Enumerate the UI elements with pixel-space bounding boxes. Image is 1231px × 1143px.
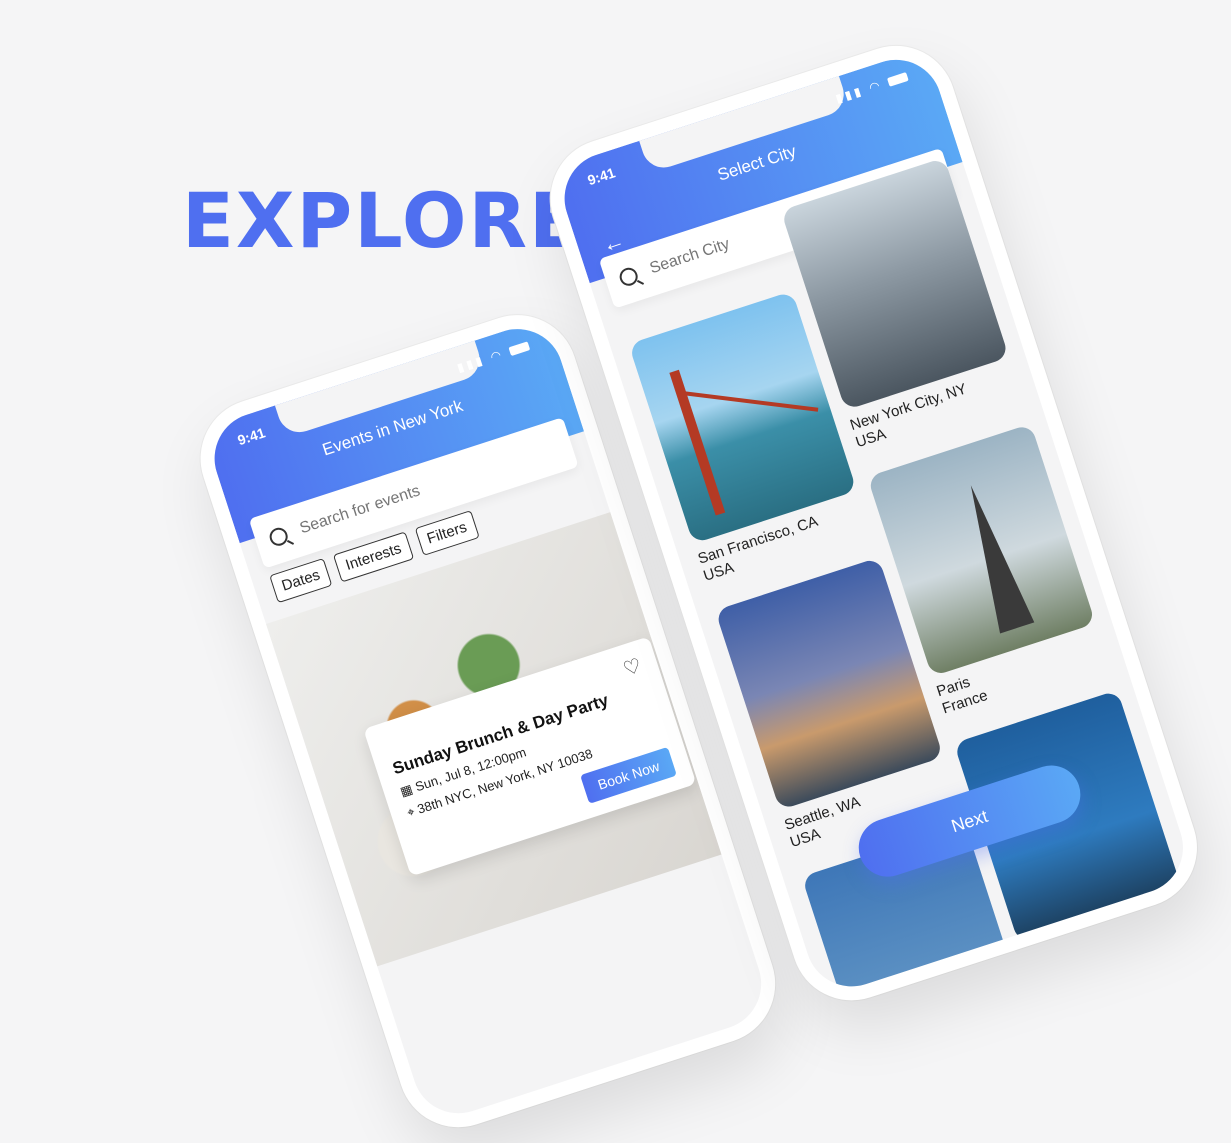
battery-icon xyxy=(508,341,531,357)
status-time: 9:41 xyxy=(235,424,268,449)
status-time: 9:41 xyxy=(585,164,618,189)
wifi-icon: ◠ xyxy=(488,346,506,365)
heart-icon[interactable]: ♡ xyxy=(620,653,645,682)
wifi-icon: ◠ xyxy=(867,77,885,95)
battery-icon xyxy=(887,72,909,88)
chip-filters[interactable]: Filters xyxy=(414,510,480,556)
explore-heading: EXPLORE xyxy=(182,176,583,265)
search-icon xyxy=(617,265,641,289)
search-icon xyxy=(267,525,291,549)
status-icons: ▮▮▮ ◠ xyxy=(834,69,910,106)
chip-dates[interactable]: Dates xyxy=(269,557,333,604)
